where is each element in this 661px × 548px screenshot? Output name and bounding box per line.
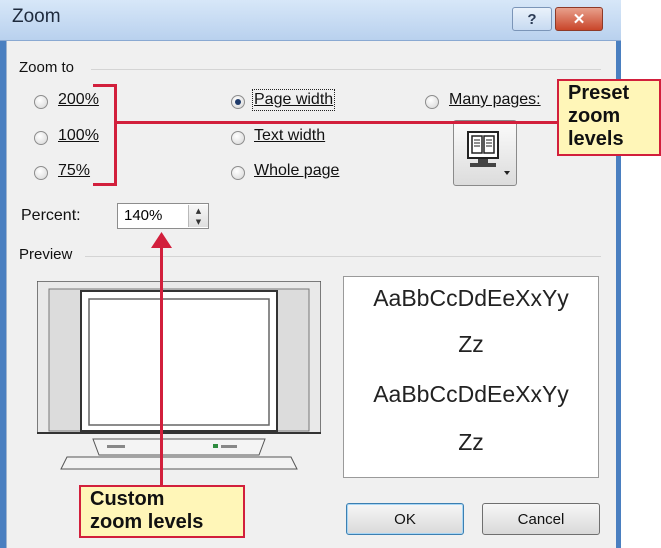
sample-line-1: AaBbCcDdEeXxYy xyxy=(373,285,569,311)
preview-monitor xyxy=(36,280,322,477)
help-button[interactable]: ? xyxy=(512,7,552,31)
preview-sample-text: AaBbCcDdEeXxYy Zz AaBbCcDdEeXxYy Zz xyxy=(343,276,599,478)
radio-page-width-label[interactable]: Page width xyxy=(251,89,336,111)
many-pages-button[interactable] xyxy=(453,120,517,186)
custom-callout-line-2: zoom levels xyxy=(90,511,204,533)
preset-zoom-callout: Preset zoom levels xyxy=(557,79,661,156)
zoom-to-group-label: Zoom to xyxy=(19,59,75,76)
percent-label: Percent: xyxy=(21,207,81,224)
spin-up-icon[interactable]: ▲ xyxy=(189,205,208,216)
radio-75-button[interactable] xyxy=(34,166,48,180)
dialog-client-area: Zoom to 200% 100% 75% Page width Text wi… xyxy=(6,41,616,548)
preset-callout-line-1: Preset xyxy=(568,82,630,104)
custom-connector-line xyxy=(160,242,163,487)
preset-connector-line xyxy=(114,121,560,124)
radio-100-button[interactable] xyxy=(34,131,48,145)
spin-down-icon[interactable]: ▼ xyxy=(189,216,208,227)
sample-line-2: Zz xyxy=(458,331,484,357)
custom-zoom-callout: Custom zoom levels xyxy=(79,485,245,538)
monitor-pages-icon xyxy=(467,131,510,175)
radio-whole-page-button[interactable] xyxy=(231,166,245,180)
radio-100-label[interactable]: 100% xyxy=(58,127,99,145)
close-button[interactable]: ✕ xyxy=(555,7,603,31)
help-icon: ? xyxy=(527,10,537,28)
custom-callout-line-1: Custom xyxy=(90,488,165,510)
arrow-up-icon xyxy=(151,232,172,248)
radio-75-label[interactable]: 75% xyxy=(58,162,90,180)
dialog-title: Zoom xyxy=(12,6,61,27)
radio-200-button[interactable] xyxy=(34,95,48,109)
close-icon: ✕ xyxy=(572,11,586,28)
zoom-dialog-window: Zoom ? ✕ Zoom to 200% 100% 75% Page widt… xyxy=(0,0,621,548)
radio-text-width-button[interactable] xyxy=(231,131,245,145)
preset-callout-line-2: zoom xyxy=(568,105,621,127)
title-bar[interactable]: Zoom ? ✕ xyxy=(0,0,621,41)
bracket-vertical xyxy=(114,84,117,186)
cancel-button[interactable]: Cancel xyxy=(482,503,600,535)
monitor-preview-icon xyxy=(36,280,322,470)
bracket-bottom xyxy=(93,183,117,186)
radio-many-pages-label[interactable]: Many pages: xyxy=(449,91,541,109)
radio-many-pages-button[interactable] xyxy=(425,95,439,109)
percent-spinner[interactable]: 140% ▲ ▼ xyxy=(117,203,209,229)
percent-spin-buttons[interactable]: ▲ ▼ xyxy=(188,205,208,227)
zoom-to-divider xyxy=(91,69,601,70)
sample-line-4: Zz xyxy=(458,429,484,455)
preset-callout-line-3: levels xyxy=(568,128,624,150)
percent-input[interactable]: 140% xyxy=(124,207,162,224)
radio-200-label[interactable]: 200% xyxy=(58,91,99,109)
radio-text-width-label[interactable]: Text width xyxy=(254,127,325,145)
ok-button[interactable]: OK xyxy=(346,503,464,535)
radio-page-width-button[interactable] xyxy=(231,95,245,109)
preview-group-label: Preview xyxy=(19,246,73,263)
sample-line-3: AaBbCcDdEeXxYy xyxy=(373,381,569,407)
radio-whole-page-label[interactable]: Whole page xyxy=(254,162,339,180)
